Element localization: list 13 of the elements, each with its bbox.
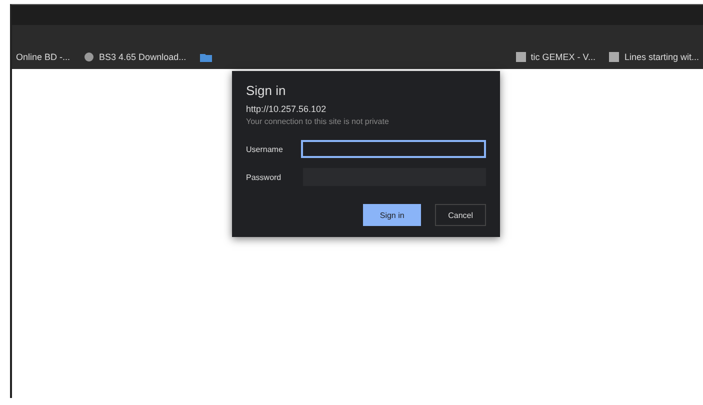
- bookmark[interactable]: BS3 4.65 Download...: [99, 52, 186, 62]
- bookmark[interactable]: tic GEMEX - V...: [530, 52, 596, 62]
- field-label: Username: [246, 144, 284, 154]
- cancel-button[interactable]: Cancel: [435, 204, 486, 226]
- dialog-title: Sign in: [246, 83, 287, 98]
- site-url: http://10.257.56.102: [246, 104, 328, 114]
- username-field[interactable]: [301, 140, 486, 158]
- field-label: Password: [246, 172, 282, 182]
- bookmark[interactable]: Lines starting wit...: [624, 52, 699, 62]
- warning-text: Your connection to this site is not private: [246, 117, 390, 126]
- bookmark[interactable]: Online BD -...: [16, 52, 70, 62]
- sign-in-button[interactable]: Sign in: [363, 204, 422, 226]
- folder-icon: [200, 52, 212, 62]
